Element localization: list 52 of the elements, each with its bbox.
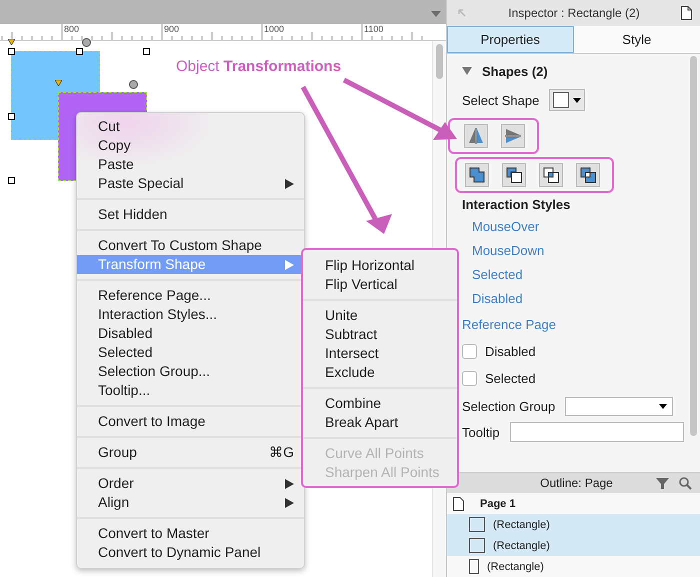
menu-item[interactable]: Exclude	[303, 363, 457, 382]
checkbox-label: Disabled	[485, 344, 536, 359]
menu-item[interactable]: Set Hidden	[77, 205, 304, 224]
ruler-label: 1000	[264, 24, 284, 35]
field-label: Tooltip	[462, 424, 500, 440]
menu-item[interactable]: Align	[77, 493, 304, 512]
menu-item[interactable]: Copy	[77, 136, 304, 155]
tree-row[interactable]: (Rectangle)	[447, 535, 700, 556]
ruler-label: 900	[164, 24, 180, 35]
panel-title: Inspector : Rectangle (2)	[508, 6, 640, 20]
link[interactable]: MouseDown	[472, 239, 544, 263]
menu-item[interactable]: Paste Special	[77, 174, 304, 193]
link[interactable]: Disabled	[472, 287, 523, 311]
field-label: Selection Group	[462, 398, 556, 414]
menu-item[interactable]: Convert to Dynamic Panel	[77, 543, 304, 562]
checkbox-label: Selected	[485, 371, 536, 386]
menu-item[interactable]: Paste	[77, 155, 304, 174]
menu-item[interactable]: Convert to Image	[77, 412, 304, 431]
menu-item[interactable]: Interaction Styles...	[77, 305, 304, 324]
panel-title: Outline: Page	[539, 476, 614, 490]
tree-row[interactable]: (Rectangle)	[447, 514, 700, 535]
menu-item[interactable]: Unite	[303, 306, 457, 325]
menu-item[interactable]: Selection Group...	[77, 362, 304, 381]
menu-item[interactable]: Flip Horizontal	[303, 256, 457, 275]
menu-item[interactable]: Cut	[77, 117, 304, 136]
tree-item[interactable]: Page 1	[480, 498, 516, 510]
tab[interactable]: Properties	[447, 26, 574, 53]
tree-item-label: (Rectangle)	[493, 540, 550, 552]
menu-item[interactable]: Flip Vertical	[303, 275, 457, 294]
menu-item[interactable]: Convert To Custom Shape	[77, 236, 304, 255]
link[interactable]: MouseOver	[472, 215, 540, 239]
link[interactable]: Reference Page	[462, 311, 556, 338]
menu-item[interactable]: Convert to Master	[77, 524, 304, 543]
menu-item[interactable]: Break Apart	[303, 413, 457, 432]
ruler-label: 800	[64, 24, 80, 35]
ruler-label: 1100	[364, 24, 384, 35]
tree-item-label: (Rectangle)	[493, 518, 550, 530]
menu-item[interactable]: Intersect	[303, 344, 457, 363]
section-title: Shapes (2)	[482, 64, 548, 78]
menu-item[interactable]: Group ⌘G	[77, 443, 304, 462]
menu-item[interactable]: Reference Page...	[77, 286, 304, 305]
menu-item[interactable]: Disabled	[77, 324, 304, 343]
menu-item[interactable]: Subtract	[303, 325, 457, 344]
menu-item[interactable]: Selected	[77, 343, 304, 362]
section-title: Interaction Styles	[462, 197, 570, 214]
menu-item[interactable]: Order	[77, 474, 304, 493]
field-label: Select Shape	[462, 92, 540, 108]
menu-item[interactable]: Tooltip...	[77, 381, 304, 400]
menu-item[interactable]: Combine	[303, 394, 457, 413]
annotation-text: Object Transformations	[176, 58, 342, 75]
tree-item-label: (Rectangle)	[487, 560, 544, 572]
link[interactable]: Selected	[472, 263, 523, 287]
